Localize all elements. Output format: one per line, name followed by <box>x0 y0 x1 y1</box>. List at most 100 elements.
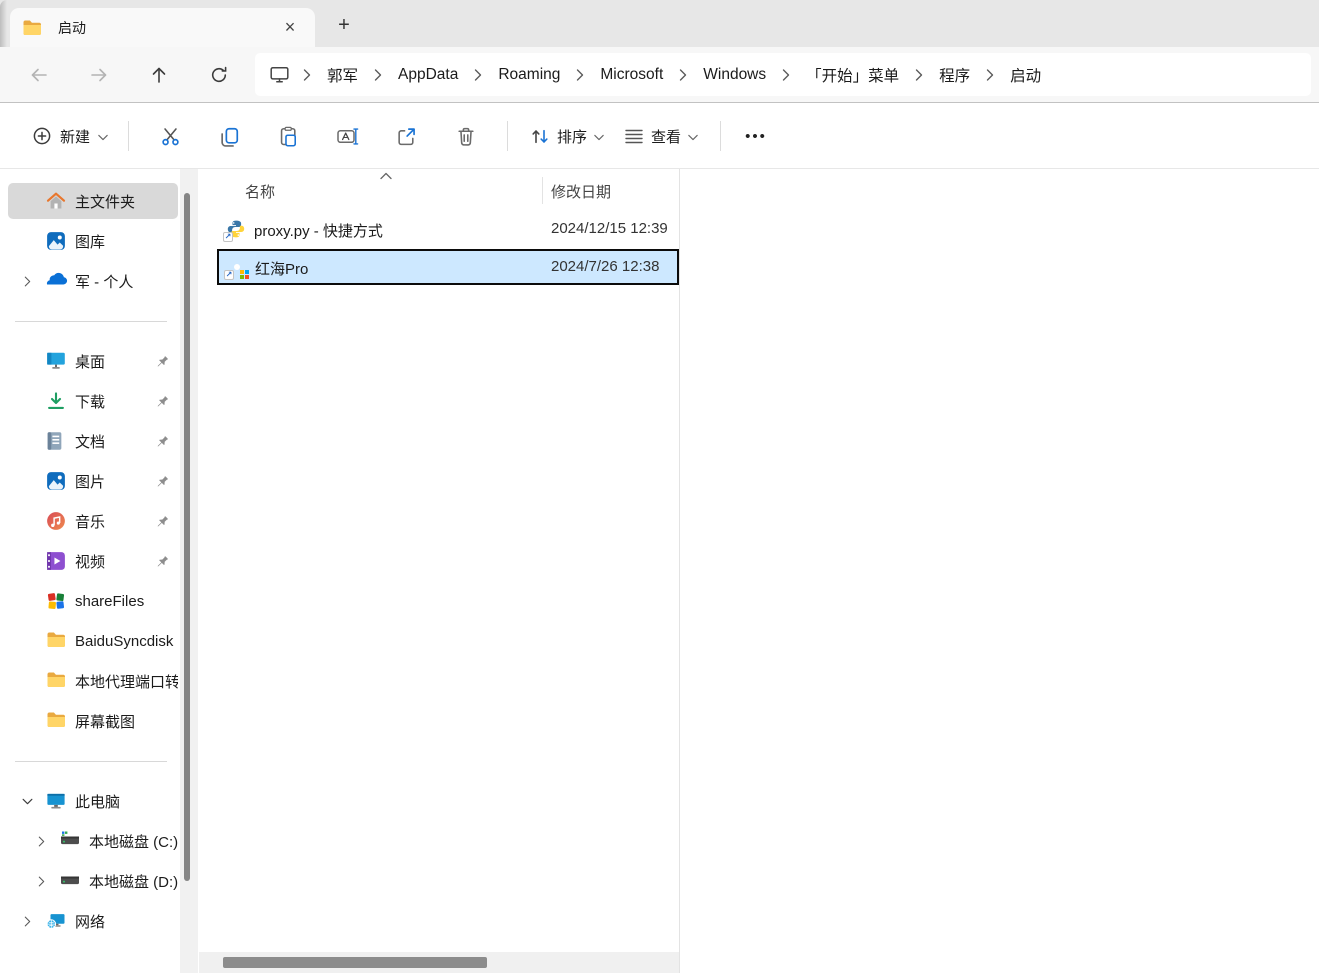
delete-button[interactable] <box>436 116 495 156</box>
chevron-down-icon <box>688 134 698 141</box>
horizontal-scrollbar-thumb[interactable] <box>223 957 487 968</box>
new-tab-button[interactable]: + <box>331 12 357 38</box>
sidebar-item-screenshots[interactable]: 屏幕截图 <box>8 703 178 739</box>
breadcrumb-item[interactable]: 郭军 <box>324 61 361 89</box>
forward-arrow-icon <box>91 68 107 82</box>
breadcrumb-item[interactable]: Roaming <box>495 63 563 87</box>
trash-icon <box>457 127 474 146</box>
sidebar-item-label: shareFiles <box>75 592 145 610</box>
breadcrumb-chevron-icon[interactable] <box>915 68 923 81</box>
toolbar-divider <box>128 121 130 151</box>
up-button[interactable] <box>145 61 173 89</box>
computer-icon[interactable] <box>269 65 290 84</box>
file-date-modified: 2024/12/15 12:39 <box>551 220 668 237</box>
rename-button[interactable] <box>318 116 377 156</box>
sidebar-item-desktop[interactable]: 桌面 <box>8 343 178 379</box>
command-toolbar: 新建 排序 查看 ••• <box>0 104 1319 169</box>
sidebar-item-sharefiles[interactable]: shareFiles <box>8 583 178 619</box>
sort-button[interactable]: 排序 <box>520 120 614 153</box>
sidebar-item-this-pc[interactable]: 此电脑 <box>8 783 178 819</box>
breadcrumb-item[interactable]: Windows <box>700 63 769 87</box>
breadcrumb-item[interactable]: Microsoft <box>597 63 666 87</box>
sidebar-item-label: 视频 <box>75 553 106 571</box>
chevron-right-icon[interactable] <box>22 876 60 887</box>
sidebar-item-local-proxy-folder[interactable]: 本地代理端口转 <box>8 663 178 699</box>
file-list-area: 名称 修改日期 ↗ proxy.py - 快捷方式 2024/12/15 12:… <box>199 169 1319 973</box>
refresh-button[interactable] <box>205 61 233 89</box>
breadcrumb-item[interactable]: 启动 <box>1007 61 1044 89</box>
pin-icon <box>155 394 169 408</box>
breadcrumb-chevron-icon[interactable] <box>474 68 482 81</box>
pin-icon <box>155 354 169 368</box>
column-header-name[interactable]: 名称 <box>245 181 275 202</box>
share-icon <box>398 127 415 145</box>
breadcrumb-item[interactable]: 程序 <box>936 61 973 89</box>
documents-icon <box>46 431 66 451</box>
breadcrumb-item[interactable]: 「开始」菜单 <box>803 61 902 89</box>
file-row-selected[interactable]: ↗ 红海Pro 2024/7/26 12:38 <box>217 249 679 285</box>
chevron-right-icon[interactable] <box>22 836 60 847</box>
sidebar-item-label: 本地磁盘 (D:) <box>89 873 178 891</box>
back-button[interactable] <box>25 61 53 89</box>
sidebar-scrollbar[interactable] <box>180 169 198 973</box>
breadcrumb-item[interactable]: AppData <box>395 63 461 87</box>
redsea-shortcut-icon: ↗ <box>224 257 249 280</box>
home-icon <box>46 191 66 211</box>
copy-button[interactable] <box>200 116 259 156</box>
python-shortcut-icon: ↗ <box>223 219 246 242</box>
gallery-icon <box>46 231 66 251</box>
sidebar-scrollbar-thumb[interactable] <box>184 193 190 881</box>
breadcrumb-chevron-icon[interactable] <box>576 68 584 81</box>
tab-close-button[interactable]: × <box>277 15 303 41</box>
pictures-icon <box>46 471 66 491</box>
sidebar-item-home[interactable]: 主文件夹 <box>8 183 178 219</box>
sort-ascending-icon <box>380 172 392 180</box>
breadcrumb-chevron-icon[interactable] <box>679 68 687 81</box>
chevron-down-icon[interactable] <box>8 798 46 805</box>
breadcrumb-chevron-icon[interactable] <box>303 68 311 81</box>
tab-title: 启动 <box>58 19 86 36</box>
cut-button[interactable] <box>141 116 200 156</box>
more-options-button[interactable]: ••• <box>733 118 779 154</box>
sidebar-item-music[interactable]: 音乐 <box>8 503 178 539</box>
sidebar-item-label: 图片 <box>75 473 106 491</box>
tab-bar: 启动 × + <box>0 0 1319 47</box>
sidebar-item-downloads[interactable]: 下载 <box>8 383 178 419</box>
horizontal-scrollbar[interactable] <box>199 952 679 973</box>
sidebar-item-pictures[interactable]: 图片 <box>8 463 178 499</box>
up-arrow-icon <box>152 67 166 83</box>
videos-icon <box>46 551 66 571</box>
paste-button[interactable] <box>259 116 318 156</box>
sidebar-item-label: 图库 <box>75 233 106 251</box>
color-squares-badge <box>240 270 249 279</box>
explorer-tab[interactable]: 启动 × <box>10 8 315 47</box>
forward-button[interactable] <box>85 61 113 89</box>
sidebar-item-label: 主文件夹 <box>75 193 136 211</box>
new-button[interactable]: 新建 <box>24 120 116 153</box>
breadcrumb-chevron-icon[interactable] <box>986 68 994 81</box>
sidebar-item-drive-c[interactable]: 本地磁盘 (C:) <box>8 823 178 859</box>
sidebar-item-label: 网络 <box>75 913 106 931</box>
chevron-right-icon[interactable] <box>8 276 46 287</box>
breadcrumb-chevron-icon[interactable] <box>782 68 790 81</box>
sidebar-item-drive-d[interactable]: 本地磁盘 (D:) <box>8 863 178 899</box>
column-separator[interactable] <box>542 177 543 204</box>
file-row[interactable]: ↗ proxy.py - 快捷方式 2024/12/15 12:39 <box>199 211 679 248</box>
this-pc-icon <box>46 791 66 811</box>
music-icon <box>46 511 66 531</box>
sharefiles-icon <box>46 591 66 611</box>
breadcrumb-chevron-icon[interactable] <box>374 68 382 81</box>
column-header-date[interactable]: 修改日期 <box>551 181 611 202</box>
share-button[interactable] <box>377 116 436 156</box>
sidebar-item-gallery[interactable]: 图库 <box>8 223 178 259</box>
view-button[interactable]: 查看 <box>614 120 708 153</box>
sidebar-item-videos[interactable]: 视频 <box>8 543 178 579</box>
shortcut-arrow-icon: ↗ <box>223 232 233 242</box>
sidebar-item-baidusyncdisk[interactable]: BaiduSyncdisk <box>8 623 178 659</box>
sidebar-item-network[interactable]: 网络 <box>8 903 178 939</box>
sidebar-item-onedrive[interactable]: 军 - 个人 <box>8 263 178 299</box>
file-list-pane: 名称 修改日期 ↗ proxy.py - 快捷方式 2024/12/15 12:… <box>199 169 680 973</box>
new-button-label: 新建 <box>60 128 91 146</box>
sidebar-item-documents[interactable]: 文档 <box>8 423 178 459</box>
chevron-right-icon[interactable] <box>8 916 46 927</box>
